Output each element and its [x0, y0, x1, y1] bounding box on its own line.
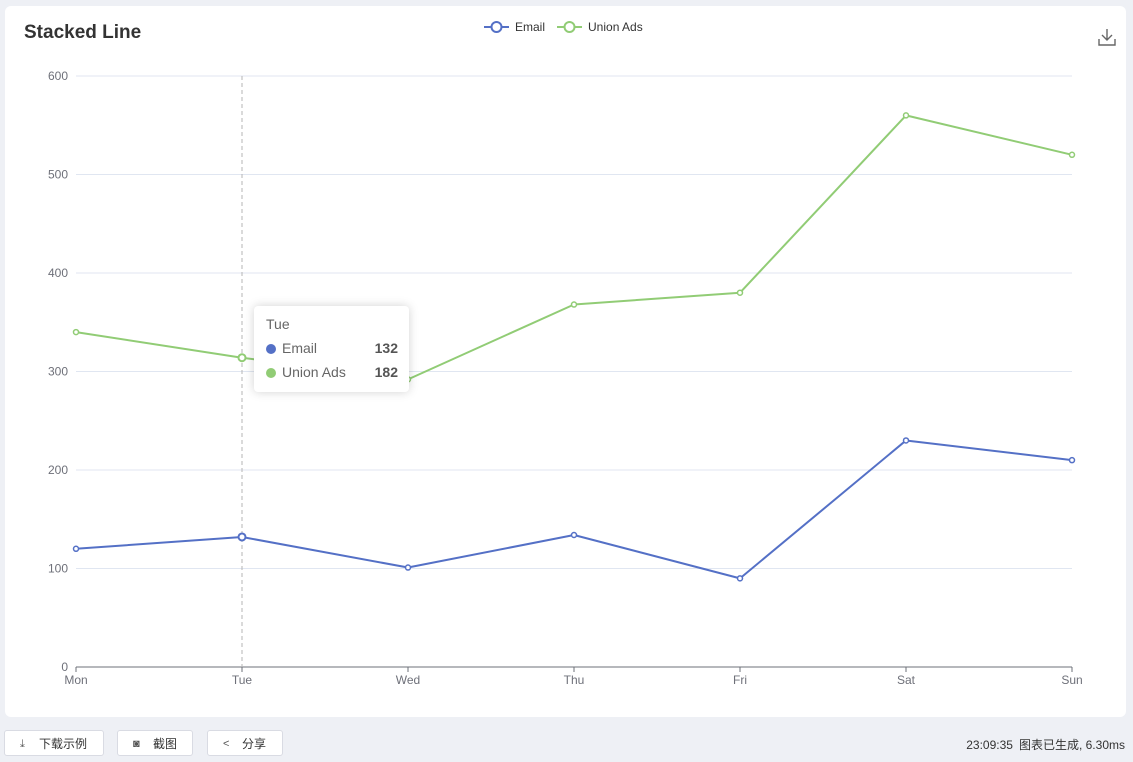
status-time: 23:09:35 — [966, 738, 1013, 752]
y-tick-label: 400 — [48, 266, 68, 280]
x-tick-label: Wed — [396, 673, 420, 687]
legend-marker-email — [490, 21, 503, 33]
share-button[interactable]: < 分享 — [207, 730, 283, 756]
status-text: 23:09:35 图表已生成, 6.30ms — [960, 736, 1125, 753]
tooltip-series-value: 132 — [374, 340, 398, 356]
email-data-point — [736, 575, 744, 582]
email-data-point — [902, 437, 910, 444]
legend-label-union-ads: Union Ads — [588, 20, 643, 34]
email-series-line — [75, 439, 1073, 580]
camera-icon: ◙ — [133, 738, 140, 750]
x-tick-label: Fri — [733, 673, 747, 687]
y-tick-label: 200 — [48, 463, 68, 477]
download-icon: ⤓ — [20, 738, 25, 750]
tooltip-series-name: Union Ads — [282, 364, 346, 380]
line-chart: 0 100 200 300 400 500 600 Mon Tue Wed Thu Fri Sat Sun… — [48, 20, 1083, 687]
legend-marker-union-ads — [563, 21, 576, 33]
union-ads-data-point — [1068, 151, 1076, 159]
union-ads-data-point — [72, 328, 80, 336]
email-data-point — [72, 545, 80, 553]
tooltip-category: Tue — [266, 316, 290, 332]
union-ads-data-point — [237, 353, 247, 363]
email-data-point — [237, 532, 247, 542]
x-tick-label: Sun — [1061, 673, 1082, 687]
x-tick-label: Thu — [564, 673, 585, 687]
y-tick-label: 600 — [48, 69, 68, 83]
tooltip-row-email: Email 132 — [266, 340, 398, 358]
email-dot — [266, 344, 276, 354]
download-example-button[interactable]: ⤓ 下载示例 — [4, 730, 104, 756]
union-ads-dot — [266, 368, 276, 378]
footer-bar: ⤓ 下载示例 ◙ 截图 < 分享 23:09:35 图表已生成, 6.30ms — [0, 725, 1133, 762]
status-message: 图表已生成, 6.30ms — [1018, 738, 1125, 752]
union-ads-data-point — [902, 112, 910, 119]
union-ads-data-point — [570, 301, 578, 308]
tooltip-series-value: 182 — [374, 364, 398, 380]
x-tick-label: Mon — [64, 673, 87, 687]
y-tick-label: 500 — [48, 168, 68, 182]
legend-label-email: Email — [515, 20, 545, 34]
y-tick-label: 300 — [48, 365, 68, 379]
union-ads-data-point — [736, 289, 744, 296]
y-tick-label: 0 — [61, 660, 68, 674]
union-ads-series-line — [75, 114, 1073, 381]
screenshot-button[interactable]: ◙ 截图 — [117, 730, 193, 756]
tooltip-series-name: Email — [282, 340, 318, 356]
tooltip-row-union-ads: Union Ads 182 — [266, 364, 398, 382]
chart-card: Stacked Line 0 100 200 300 400 500 600 Mon Tue We… — [5, 6, 1126, 717]
x-tick-label: Tue — [232, 673, 253, 687]
y-tick-label: 100 — [48, 562, 68, 576]
email-data-point — [570, 531, 578, 539]
share-icon: < — [223, 738, 230, 750]
email-data-point — [1068, 456, 1076, 464]
email-data-point — [404, 564, 412, 571]
chart-tooltip: Tue Email 132 Union Ads 182 — [254, 306, 409, 392]
x-tick-label: Sat — [897, 673, 916, 687]
